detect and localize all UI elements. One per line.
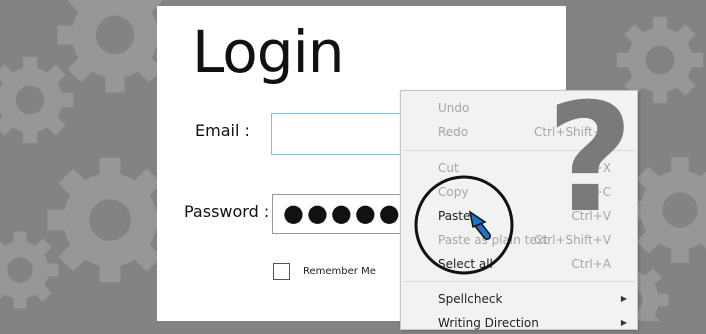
menu-item-writing-direction[interactable]: Writing Direction ▶: [401, 312, 637, 334]
menu-item-shortcut: Ctrl+A: [571, 257, 611, 271]
menu-item-undo[interactable]: Undo Ctrl+Z: [401, 97, 637, 119]
menu-item-shortcut: Ctrl+Shift+Z: [534, 125, 611, 139]
menu-item-paste[interactable]: Paste Ctrl+V: [401, 205, 637, 227]
menu-item-shortcut: Ctrl+V: [571, 209, 611, 223]
menu-item-label: Paste as plain text: [438, 233, 549, 247]
menu-item-label: Writing Direction: [438, 316, 539, 330]
menu-item-label: Copy: [438, 185, 469, 199]
menu-item-label: Paste: [438, 209, 471, 223]
page-title: Login: [192, 18, 344, 86]
menu-item-cut[interactable]: Cut Ctrl+X: [401, 157, 637, 179]
menu-item-paste-plain-text[interactable]: Paste as plain text Ctrl+Shift+V: [401, 229, 637, 251]
menu-separator: [403, 150, 635, 151]
remember-me-label: Remember Me: [303, 266, 376, 277]
menu-item-label: Cut: [438, 161, 459, 175]
menu-separator: [403, 281, 635, 282]
menu-item-shortcut: Ctrl+Shift+V: [534, 233, 611, 247]
password-label: Password :: [184, 202, 270, 221]
remember-me-checkbox[interactable]: [273, 263, 290, 280]
menu-item-label: Undo: [438, 101, 470, 115]
menu-item-copy[interactable]: Copy Ctrl+C: [401, 181, 637, 203]
menu-item-label: Select all: [438, 257, 493, 271]
menu-item-shortcut: Ctrl+X: [571, 161, 611, 175]
menu-item-label: Redo: [438, 125, 469, 139]
chevron-right-icon: ▶: [620, 318, 627, 327]
menu-item-select-all[interactable]: Select all Ctrl+A: [401, 253, 637, 275]
menu-item-label: Spellcheck: [438, 292, 503, 306]
menu-item-spellcheck[interactable]: Spellcheck ▶: [401, 288, 637, 310]
chevron-right-icon: ▶: [620, 294, 627, 303]
menu-item-shortcut: Ctrl+Z: [571, 101, 611, 115]
menu-item-redo[interactable]: Redo Ctrl+Shift+Z: [401, 121, 637, 143]
email-label: Email :: [195, 121, 250, 140]
menu-item-shortcut: Ctrl+C: [571, 185, 611, 199]
context-menu: Undo Ctrl+Z Redo Ctrl+Shift+Z Cut Ctrl+X…: [400, 90, 638, 330]
